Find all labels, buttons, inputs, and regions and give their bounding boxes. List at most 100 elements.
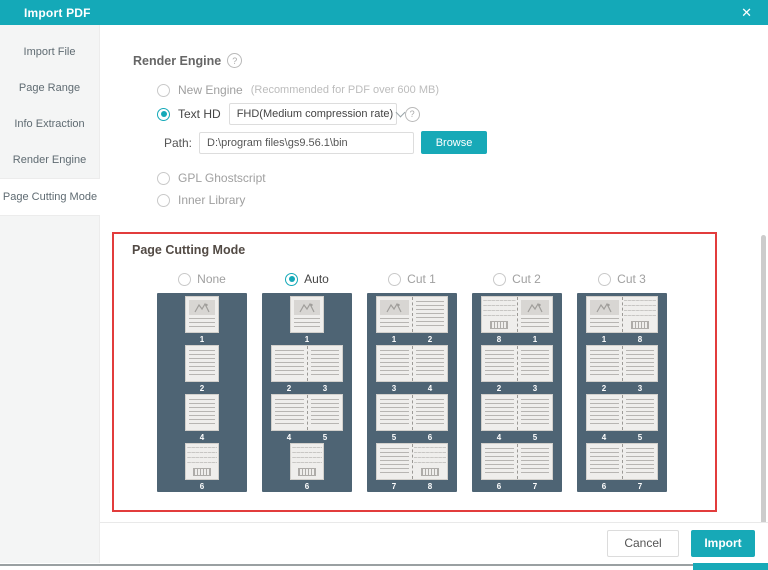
page-number-row: 23: [481, 383, 553, 394]
page-number-row: 6: [185, 481, 219, 492]
page-number: 4: [427, 384, 433, 393]
inner-library-option[interactable]: Inner Library: [157, 193, 245, 207]
page-number: 1: [199, 335, 205, 344]
sidebar: Import File Page Range Info Extraction Rend…: [0, 25, 100, 563]
page-text-lines: [625, 350, 654, 378]
preview-page-row: 56: [376, 394, 448, 443]
preview-page-row: 2: [185, 345, 219, 394]
sidebar-item-page-cutting-mode[interactable]: Page Cutting Mode: [0, 178, 100, 216]
page-image-placeholder: [520, 300, 549, 315]
radio-icon-selected[interactable]: [285, 272, 299, 286]
radio-icon[interactable]: [493, 272, 507, 286]
page-half-image: [516, 297, 553, 332]
page-thumbnail: [290, 296, 324, 333]
render-engine-heading: Render Engine: [133, 53, 222, 68]
text-hd-option[interactable]: Text HD FHD(Medium compression rate) ?: [157, 103, 420, 125]
page-number-row: 23: [586, 383, 658, 394]
page-number: 1: [304, 335, 310, 344]
text-hd-label: Text HD: [178, 107, 221, 121]
page-table-placeholder: [490, 321, 509, 329]
preview-page-row: 45: [271, 394, 343, 443]
cutting-mode-option-cut-3[interactable]: Cut 3: [598, 270, 646, 288]
page-number: 7: [391, 482, 397, 491]
preview-page-row: 45: [586, 394, 658, 443]
new-engine-label: New Engine: [178, 83, 243, 97]
page-number-row: 34: [376, 383, 448, 394]
cancel-button[interactable]: Cancel: [607, 529, 679, 557]
import-button[interactable]: Import: [691, 529, 755, 557]
page-text-lines: [485, 399, 514, 427]
path-input[interactable]: [199, 131, 415, 154]
sidebar-item-render-engine[interactable]: Render Engine: [0, 142, 99, 178]
page-half-text: [411, 346, 448, 381]
page-text-lines: [590, 448, 619, 476]
page-number: 8: [496, 335, 502, 344]
page-number-row: 6: [290, 481, 324, 492]
inner-library-label: Inner Library: [178, 193, 246, 207]
page-half-wavy: ~~~~~~~~ ~~~~~~~~ ~~~~~~~~ ~~~~~~~~: [621, 297, 658, 332]
page-spread-thumbnail: [376, 296, 448, 333]
preview-page-row: 23: [586, 345, 658, 394]
help-icon[interactable]: ?: [404, 106, 420, 122]
page-table-placeholder: [630, 321, 649, 329]
radio-icon[interactable]: [598, 272, 612, 286]
preview-page-row: 45: [481, 394, 553, 443]
page-spread-thumbnail: [376, 345, 448, 382]
radio-icon-selected[interactable]: [157, 107, 170, 121]
sidebar-item-info-extraction[interactable]: Info Extraction: [0, 106, 99, 142]
cutting-mode-option-none[interactable]: None: [178, 270, 226, 288]
radio-icon[interactable]: [157, 193, 170, 207]
page-spread-thumbnail: [271, 345, 343, 382]
scrollbar-thumb[interactable]: [761, 235, 766, 525]
sidebar-item-import-file[interactable]: Import File: [0, 34, 99, 70]
preview-page-row: 12: [376, 296, 448, 345]
browse-button[interactable]: Browse: [421, 131, 488, 154]
radio-icon[interactable]: [157, 171, 170, 185]
page-number: 2: [199, 384, 205, 393]
radio-icon[interactable]: [157, 83, 170, 97]
page-text-lines: [520, 399, 549, 427]
page-number: 4: [286, 433, 292, 442]
page-half-image: [377, 297, 412, 332]
page-text-lines: [380, 399, 409, 427]
page-image-placeholder: [189, 300, 215, 315]
cutting-mode-preview-card: ~~~~~~~~ ~~~~~~~~ ~~~~~~~~ ~~~~~~~~ 1 8 2 3 4 5 6 7: [577, 293, 667, 492]
page-number: 6: [304, 482, 310, 491]
sidebar-item-page-range[interactable]: Page Range: [0, 70, 99, 106]
page-half-text: [411, 395, 448, 430]
page-half-text: [587, 444, 622, 479]
cutting-mode-none: None 1 2 4 ~~~~~~~~ ~~~~~~~~ ~~~~~~~~ ~~~~~~~~ 6: [157, 270, 247, 492]
page-number: 5: [391, 433, 397, 442]
page-number: 1: [391, 335, 397, 344]
page-text-lines: [415, 301, 444, 329]
page-text-lines: [590, 318, 619, 329]
page-number-row: 78: [376, 481, 448, 492]
page-text-lines: [275, 399, 304, 427]
gpl-ghostscript-option[interactable]: GPL Ghostscript: [157, 171, 266, 185]
page-half-text: [482, 444, 517, 479]
chevron-down-icon: [395, 107, 406, 118]
page-thumbnail: ~~~~~~~~ ~~~~~~~~ ~~~~~~~~ ~~~~~~~~: [185, 443, 219, 480]
page-number: 5: [322, 433, 328, 442]
page-spread-thumbnail: [586, 394, 658, 431]
page-half-text: [306, 395, 343, 430]
radio-icon[interactable]: [388, 272, 402, 286]
page-half-text: [272, 346, 307, 381]
cutting-mode-option-cut-1[interactable]: Cut 1: [388, 270, 436, 288]
page-table-placeholder: [193, 468, 211, 476]
new-engine-option[interactable]: New Engine (Recommended for PDF over 600…: [157, 83, 439, 97]
preview-page-row: 67: [586, 443, 658, 492]
close-icon[interactable]: ✕: [737, 5, 756, 21]
cutting-mode-option-auto[interactable]: Auto: [285, 270, 329, 288]
page-number: 6: [199, 482, 205, 491]
page-number: 1: [532, 335, 538, 344]
cutting-mode-option-cut-2[interactable]: Cut 2: [493, 270, 541, 288]
radio-icon[interactable]: [178, 272, 192, 286]
page-half-image: [291, 297, 323, 332]
help-icon[interactable]: ?: [227, 53, 243, 68]
background-app-corner: [693, 563, 768, 570]
page-spread-thumbnail: ~~~~~~~~ ~~~~~~~~ ~~~~~~~~ ~~~~~~~~: [481, 296, 553, 333]
compression-dropdown[interactable]: FHD(Medium compression rate): [228, 103, 406, 125]
preview-page-row: 1: [290, 296, 324, 345]
page-number: 6: [601, 482, 607, 491]
